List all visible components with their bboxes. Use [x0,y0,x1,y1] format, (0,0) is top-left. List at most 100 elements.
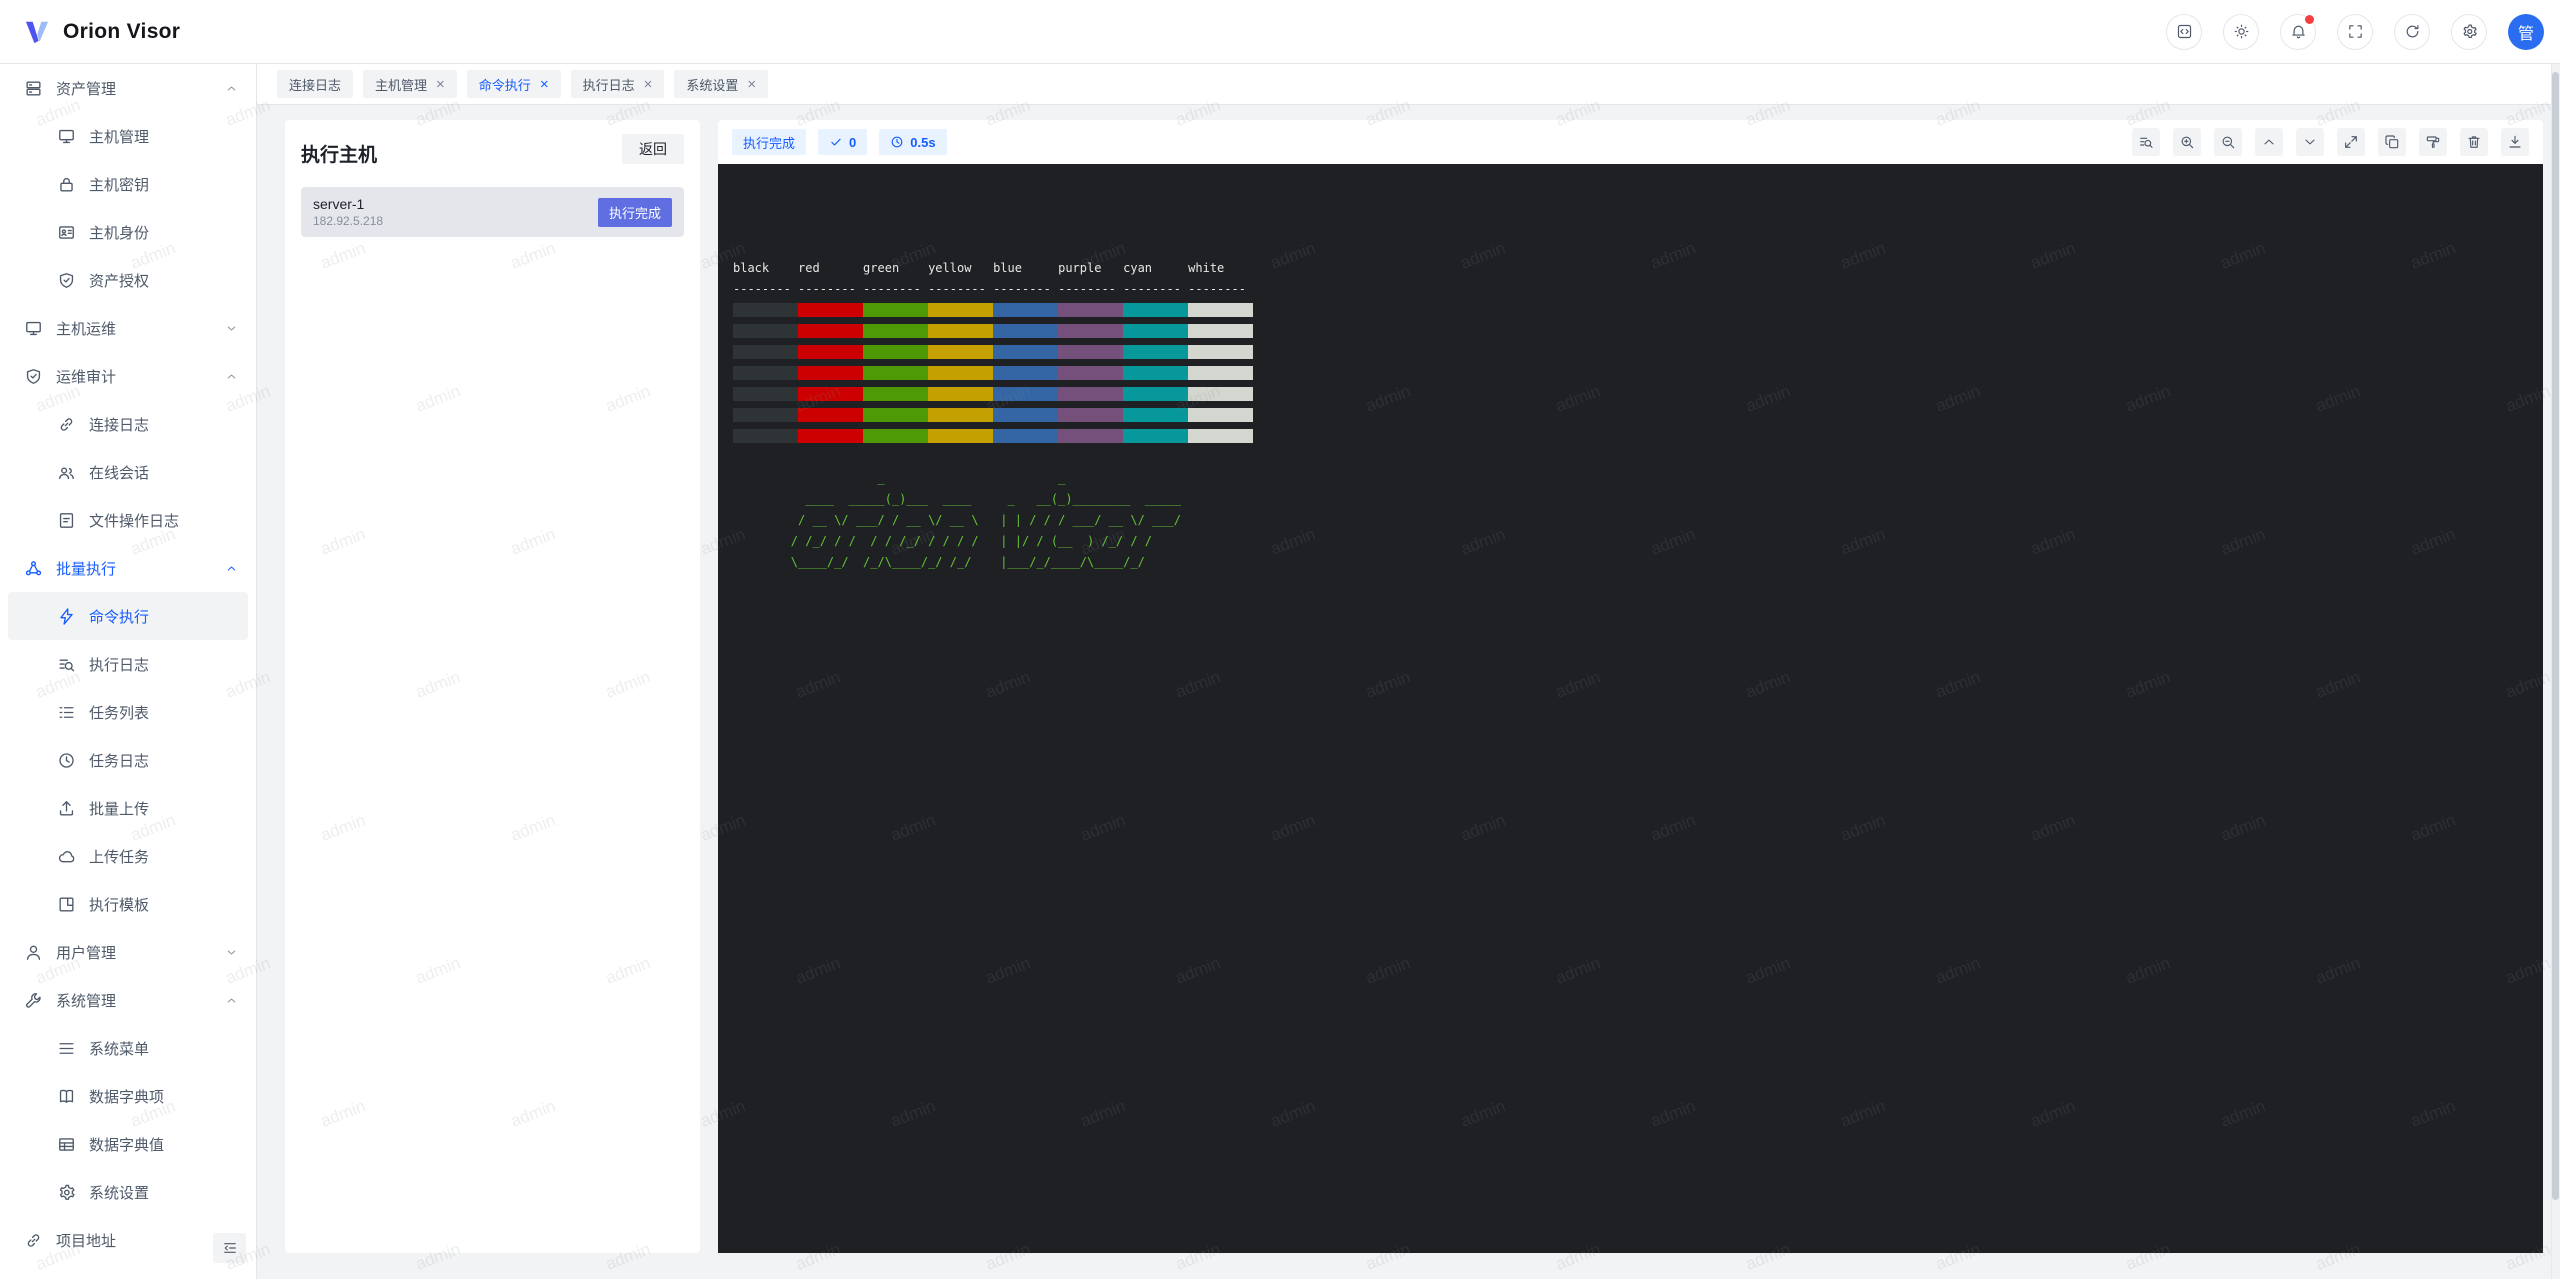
chevron-up-icon [225,994,238,1007]
sidebar-item-label: 执行模板 [89,894,149,915]
top-navbar: Orion Visor 管 [0,0,2560,64]
table-icon [57,1135,76,1154]
sidebar-item-执行模板[interactable]: 执行模板 [0,880,256,928]
sidebar-item-数据字典值[interactable]: 数据字典值 [0,1120,256,1168]
zoom-out-button[interactable] [2214,128,2242,156]
download-button[interactable] [2501,128,2529,156]
color-block-red [798,324,863,338]
sidebar-item-在线会话[interactable]: 在线会话 [0,448,256,496]
tab-label: 主机管理 [375,75,427,94]
cluster-icon [24,559,43,578]
search-log-button[interactable] [2132,128,2160,156]
scroll-bottom-button[interactable] [2296,128,2324,156]
scroll-top-icon [2261,134,2277,150]
code-button[interactable] [2166,14,2202,50]
fullscreen-button[interactable] [2337,14,2373,50]
scroll-top-button[interactable] [2255,128,2283,156]
sidebar-item-执行日志[interactable]: 执行日志 [0,640,256,688]
delete-button[interactable] [2460,128,2488,156]
terminal-toolbar [2132,128,2529,156]
list-icon [57,703,76,722]
scrollbar-thumb[interactable] [2552,72,2559,1200]
tab-连接日志[interactable]: 连接日志 [277,70,353,98]
host-list-item[interactable]: server-1182.92.5.218执行完成 [301,187,684,237]
sidebar-group-资产管理[interactable]: 资产管理 [0,64,256,112]
exec-header: 执行完成 0 0.5s [718,120,2543,164]
color-block-red [798,303,863,317]
user-avatar[interactable]: 管 [2508,14,2544,50]
duration-badge: 0.5s [879,129,946,155]
list-icon [57,703,76,722]
terminal-output[interactable]: black red green yellow blue purple cyan … [718,164,2543,1253]
sidebar-item-连接日志[interactable]: 连接日志 [0,400,256,448]
color-block-cyan [1123,387,1188,401]
sidebar-item-命令执行[interactable]: 命令执行 [8,592,248,640]
sidebar-item-label: 数据字典项 [89,1086,164,1107]
color-block-red [798,408,863,422]
color-block-purple [1058,408,1123,422]
storage-icon [24,79,43,98]
close-tab-icon[interactable]: × [436,77,445,92]
sidebar-group-运维审计[interactable]: 运维审计 [0,352,256,400]
sidebar-item-任务列表[interactable]: 任务列表 [0,688,256,736]
color-block-blue [993,387,1058,401]
notifications-button[interactable] [2280,14,2316,50]
sidebar-item-label: 任务日志 [89,750,149,771]
sidebar-item-系统菜单[interactable]: 系统菜单 [0,1024,256,1072]
tab-命令执行[interactable]: 命令执行× [467,70,561,98]
sidebar-group-主机运维[interactable]: 主机运维 [0,304,256,352]
color-block-black [733,324,798,338]
sidebar-item-文件操作日志[interactable]: 文件操作日志 [0,496,256,544]
sidebar-item-label: 系统设置 [89,1182,149,1203]
host-address: 182.92.5.218 [313,214,383,228]
collapse-sidebar-button[interactable] [213,1233,246,1263]
sidebar-group-系统管理[interactable]: 系统管理 [0,976,256,1024]
color-block-green [863,408,928,422]
zoom-in-button[interactable] [2173,128,2201,156]
theme-toggle-button[interactable] [2223,14,2259,50]
sidebar-item-数据字典项[interactable]: 数据字典项 [0,1072,256,1120]
close-tab-icon[interactable]: × [747,77,756,92]
sidebar: 资产管理主机管理主机密钥主机身份资产授权主机运维运维审计连接日志在线会话文件操作… [0,64,257,1279]
color-block-cyan [1123,429,1188,443]
header-actions: 管 [2166,14,2544,50]
sidebar-item-上传任务[interactable]: 上传任务 [0,832,256,880]
copy-button[interactable] [2378,128,2406,156]
tab-label: 系统设置 [686,75,738,94]
clock-icon [57,751,76,770]
back-button[interactable]: 返回 [622,134,684,164]
page-scrollbar[interactable] [2551,64,2560,1279]
sidebar-item-任务日志[interactable]: 任务日志 [0,736,256,784]
color-block-white [1188,429,1253,443]
color-block-black [733,387,798,401]
tab-系统设置[interactable]: 系统设置 × [674,70,768,98]
host-list: server-1182.92.5.218执行完成 [301,187,684,237]
sidebar-item-批量上传[interactable]: 批量上传 [0,784,256,832]
sidebar-group-用户管理[interactable]: 用户管理 [0,928,256,976]
sidebar-group-批量执行[interactable]: 批量执行 [0,544,256,592]
sidebar-item-主机密钥[interactable]: 主机密钥 [0,160,256,208]
tab-主机管理[interactable]: 主机管理 × [363,70,457,98]
close-tab-icon[interactable]: × [540,77,549,92]
wrench-icon [24,991,43,1010]
color-block-green [863,345,928,359]
clear-screen-button[interactable] [2419,128,2447,156]
storage-icon [24,79,43,98]
sidebar-item-label: 连接日志 [89,414,149,435]
sidebar-group-label: 批量执行 [56,558,116,579]
settings-button[interactable] [2451,14,2487,50]
color-block-cyan [1123,345,1188,359]
refresh-button[interactable] [2394,14,2430,50]
sidebar-item-主机身份[interactable]: 主机身份 [0,208,256,256]
tab-执行日志[interactable]: 执行日志× [571,70,665,98]
host-status-badge: 执行完成 [598,198,672,227]
close-tab-icon[interactable]: × [644,77,653,92]
sidebar-item-资产授权[interactable]: 资产授权 [0,256,256,304]
delete-icon [2466,134,2482,150]
sidebar-item-系统设置[interactable]: 系统设置 [0,1168,256,1216]
app-title: Orion Visor [63,20,180,44]
expand-button[interactable] [2337,128,2365,156]
sidebar-item-主机管理[interactable]: 主机管理 [0,112,256,160]
color-block-blue [993,303,1058,317]
refresh-icon [2404,23,2421,40]
